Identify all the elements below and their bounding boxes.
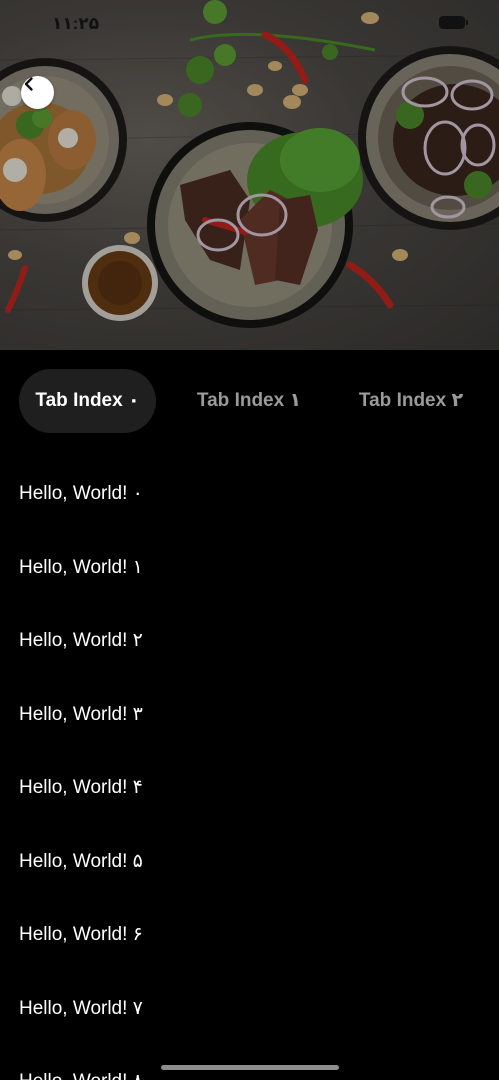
list-item: Hello, World! ۸ xyxy=(19,1070,143,1080)
list-item: Hello, World! ۴ xyxy=(19,777,143,798)
tab-index-1[interactable]: Tab Index ۱ xyxy=(186,369,312,433)
list-item: Hello, World! ۷ xyxy=(19,998,143,1019)
list-item: Hello, World! ۲ xyxy=(19,630,143,651)
list-item: Hello, World! ۳ xyxy=(19,704,143,725)
tab-index-2[interactable]: Tab Index ۲ xyxy=(346,369,476,433)
list-item: Hello, World! ۰ xyxy=(19,483,143,504)
tab-bar: Tab Index ۰ Tab Index ۱ Tab Index ۲ xyxy=(0,350,499,452)
status-bar: ۱۱:۲۵ xyxy=(0,0,499,54)
list-item: Hello, World! ۶ xyxy=(19,924,143,945)
list-item: Hello, World! ۱ xyxy=(19,557,143,578)
list-item: Hello, World! ۵ xyxy=(19,851,143,872)
header-food-image: ۱۱:۲۵ xyxy=(0,0,499,350)
hello-world-list[interactable]: Hello, World! ۰ Hello, World! ۱ Hello, W… xyxy=(0,452,499,1080)
tab-index-0[interactable]: Tab Index ۰ xyxy=(19,369,156,433)
battery-icon xyxy=(439,16,468,29)
home-indicator[interactable] xyxy=(161,1065,339,1070)
status-icons xyxy=(439,16,468,29)
chevron-left-icon xyxy=(24,77,33,91)
back-button[interactable] xyxy=(21,76,54,109)
status-time: ۱۱:۲۵ xyxy=(52,14,100,33)
